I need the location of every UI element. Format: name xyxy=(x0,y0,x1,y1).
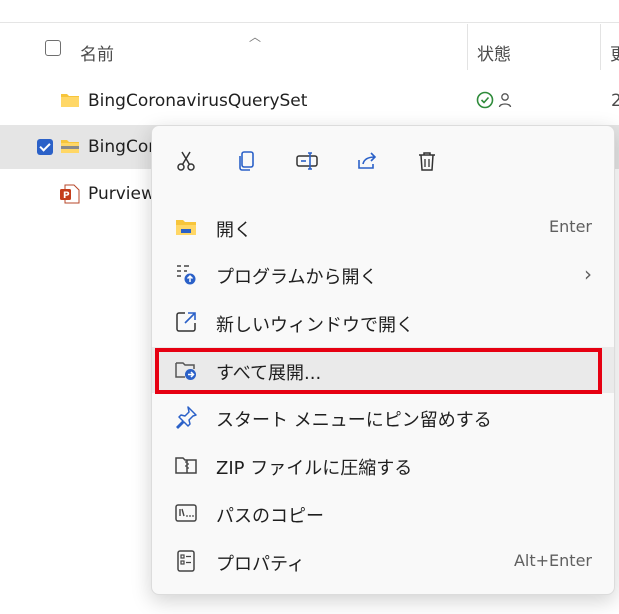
open-with-icon xyxy=(174,262,198,286)
folder-open-icon xyxy=(174,215,198,239)
menu-item-open-new-window[interactable]: 新しいウィンドウで開く xyxy=(152,299,614,345)
quick-actions-bar xyxy=(152,126,614,198)
file-name: Purview xyxy=(88,184,155,204)
file-row[interactable]: BingCoronavirusQuerySet 2 xyxy=(0,79,619,123)
menu-item-label: 開く xyxy=(216,220,252,241)
menu-item-extract-all[interactable]: すべて展開... xyxy=(152,347,614,393)
zip-folder-icon xyxy=(60,137,80,155)
chevron-right-icon: › xyxy=(584,262,592,286)
cut-button[interactable] xyxy=(169,146,203,180)
menu-item-label: 新しいウィンドウで開く xyxy=(216,315,414,336)
copy-icon xyxy=(235,149,259,177)
menu-item-label: ZIP ファイルに圧縮する xyxy=(216,458,413,479)
svg-text:P: P xyxy=(63,191,70,201)
name-column-header[interactable]: 名前 xyxy=(80,40,114,65)
extract-all-icon xyxy=(174,358,198,382)
delete-icon xyxy=(415,149,439,177)
copy-path-icon xyxy=(174,501,198,525)
status-column-header[interactable]: 状態 xyxy=(477,40,511,65)
file-name: BingCor xyxy=(88,137,156,157)
menu-item-properties[interactable]: プロパティ Alt+Enter xyxy=(152,538,614,584)
menu-item-label: プロパティ xyxy=(216,554,305,575)
menu-item-compress-zip[interactable]: ZIP ファイルに圧縮する xyxy=(152,442,614,488)
copy-button[interactable] xyxy=(230,146,264,180)
shortcut-text: Enter xyxy=(549,217,592,236)
menu-item-label: すべて展開... xyxy=(216,363,322,384)
properties-icon xyxy=(174,549,198,573)
shortcut-text: Alt+Enter xyxy=(513,551,592,570)
menu-item-label: パスのコピー xyxy=(216,506,324,527)
file-modified: 2 xyxy=(611,91,619,111)
powerpoint-file-icon: P xyxy=(60,184,80,204)
menu-item-pin-to-start[interactable]: スタート メニューにピン留めする xyxy=(152,394,614,440)
context-menu: 開く Enter プログラムから開く › 新しいウィンドウで開く すべて展開..… xyxy=(151,125,615,595)
delete-button[interactable] xyxy=(410,146,444,180)
row-checkbox-checked[interactable] xyxy=(37,139,53,155)
column-divider[interactable] xyxy=(467,24,468,70)
rename-icon xyxy=(295,149,319,177)
modified-column-header[interactable]: 更 xyxy=(610,40,619,65)
pin-icon xyxy=(174,405,198,429)
column-divider[interactable] xyxy=(600,24,601,70)
sort-ascending-icon: ︿ xyxy=(249,30,262,44)
share-icon xyxy=(355,149,379,177)
menu-item-label: プログラムから開く xyxy=(216,267,378,288)
rename-button[interactable] xyxy=(290,146,324,180)
menu-item-label: スタート メニューにピン留めする xyxy=(216,410,492,431)
menu-item-open[interactable]: 開く Enter xyxy=(152,204,614,250)
menu-item-copy-path[interactable]: パスのコピー xyxy=(152,490,614,536)
status-indicator xyxy=(476,90,516,114)
zip-icon xyxy=(174,453,198,477)
folder-icon xyxy=(60,91,80,109)
select-all-checkbox[interactable] xyxy=(45,40,61,56)
share-button[interactable] xyxy=(350,146,384,180)
new-window-icon xyxy=(174,310,198,334)
file-name: BingCoronavirusQuerySet xyxy=(88,91,308,111)
top-divider xyxy=(0,22,619,23)
column-header: 名前 ︿ 状態 更 xyxy=(0,24,619,76)
cut-icon xyxy=(174,149,198,177)
menu-item-open-with[interactable]: プログラムから開く › xyxy=(152,251,614,297)
